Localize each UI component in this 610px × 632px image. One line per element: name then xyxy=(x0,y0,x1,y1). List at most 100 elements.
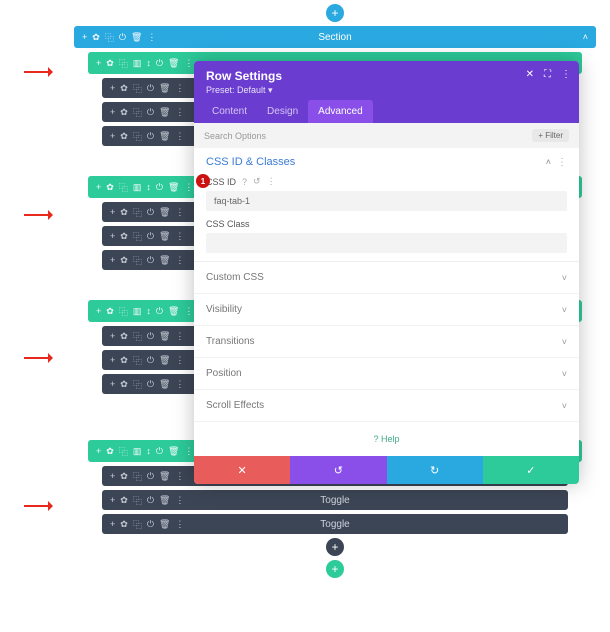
more-icon[interactable]: ⋮ xyxy=(175,495,184,506)
more-icon[interactable]: ⋮ xyxy=(175,231,184,242)
more-icon[interactable]: ⋮ xyxy=(147,32,156,43)
group-css-id-classes[interactable]: CSS ID & Classes ˄ ⋮ xyxy=(206,156,567,168)
undo-icon[interactable]: ↺ xyxy=(253,176,261,187)
gear-icon[interactable]: ✿ xyxy=(120,331,128,342)
columns-icon[interactable]: ▥ xyxy=(133,446,142,457)
duplicate-icon[interactable]: ⿻ xyxy=(133,494,142,507)
trash-icon[interactable]: 🗑 xyxy=(159,355,170,366)
cancel-button[interactable]: ✕ xyxy=(194,456,290,484)
search-options[interactable]: Search Options + Filter xyxy=(194,123,579,148)
gear-icon[interactable]: ✿ xyxy=(120,231,128,242)
plus-icon[interactable]: + xyxy=(110,355,115,365)
move-icon[interactable]: ↕ xyxy=(146,446,151,456)
duplicate-icon[interactable]: ⿻ xyxy=(133,254,142,267)
gear-icon[interactable]: ✿ xyxy=(92,32,100,43)
more-icon[interactable]: ⋮ xyxy=(175,255,184,266)
gear-icon[interactable]: ✿ xyxy=(120,131,128,142)
gear-icon[interactable]: ✿ xyxy=(120,107,128,118)
power-icon[interactable]: ⏻ xyxy=(147,207,154,218)
trash-icon[interactable]: 🗑 xyxy=(159,231,170,242)
gear-icon[interactable]: ✿ xyxy=(106,306,114,317)
module-toggle[interactable]: +✿⿻⏻🗑⋮Toggle xyxy=(102,490,568,510)
power-icon[interactable]: ⏻ xyxy=(156,182,163,193)
more-icon[interactable]: ⋮ xyxy=(557,157,567,168)
trash-icon[interactable]: 🗑 xyxy=(168,58,179,69)
power-icon[interactable]: ⏻ xyxy=(147,471,154,482)
section-header[interactable]: + ✿ ⿻ ⏻ 🗑 ⋮ Section ˄ xyxy=(74,26,596,48)
duplicate-icon[interactable]: ⿻ xyxy=(119,305,128,318)
duplicate-icon[interactable]: ⿻ xyxy=(133,230,142,243)
columns-icon[interactable]: ▥ xyxy=(133,182,142,193)
trash-icon[interactable]: 🗑 xyxy=(159,131,170,142)
duplicate-icon[interactable]: ⿻ xyxy=(119,181,128,194)
filter-button[interactable]: + Filter xyxy=(532,129,569,142)
collapse-icon[interactable]: ˄ xyxy=(575,32,596,42)
plus-icon[interactable]: + xyxy=(110,83,115,93)
acc-transitions[interactable]: Transitions˅ xyxy=(194,326,579,358)
trash-icon[interactable]: 🗑 xyxy=(159,207,170,218)
more-icon[interactable]: ⋮ xyxy=(184,446,193,457)
css-class-input[interactable] xyxy=(206,233,567,253)
gear-icon[interactable]: ✿ xyxy=(106,446,114,457)
trash-icon[interactable]: 🗑 xyxy=(159,519,170,530)
plus-icon[interactable]: + xyxy=(96,306,101,316)
plus-icon[interactable]: + xyxy=(110,131,115,141)
move-icon[interactable]: ↕ xyxy=(146,58,151,68)
move-icon[interactable]: ↕ xyxy=(146,182,151,192)
gear-icon[interactable]: ✿ xyxy=(106,182,114,193)
gear-icon[interactable]: ✿ xyxy=(120,379,128,390)
duplicate-icon[interactable]: ⿻ xyxy=(133,470,142,483)
plus-icon[interactable]: + xyxy=(110,231,115,241)
trash-icon[interactable]: 🗑 xyxy=(159,471,170,482)
panel-header[interactable]: Row Settings Preset: Default ▾ ✕ ⛶ ⋮ xyxy=(194,61,579,100)
duplicate-icon[interactable]: ⿻ xyxy=(133,354,142,367)
trash-icon[interactable]: 🗑 xyxy=(159,379,170,390)
plus-icon[interactable]: + xyxy=(110,255,115,265)
gear-icon[interactable]: ✿ xyxy=(120,255,128,266)
duplicate-icon[interactable]: ⿻ xyxy=(133,106,142,119)
duplicate-icon[interactable]: ⿻ xyxy=(133,378,142,391)
power-icon[interactable]: ⏻ xyxy=(147,131,154,142)
duplicate-icon[interactable]: ⿻ xyxy=(133,130,142,143)
acc-custom-css[interactable]: Custom CSS˅ xyxy=(194,262,579,294)
more-icon[interactable]: ⋮ xyxy=(175,107,184,118)
trash-icon[interactable]: 🗑 xyxy=(168,182,179,193)
help-link[interactable]: ? Help xyxy=(194,422,579,456)
plus-icon[interactable]: + xyxy=(110,107,115,117)
trash-icon[interactable]: 🗑 xyxy=(159,83,170,94)
gear-icon[interactable]: ✿ xyxy=(106,58,114,69)
add-module-button[interactable]: + xyxy=(326,538,344,556)
chevron-up-icon[interactable]: ˄ xyxy=(546,157,551,167)
gear-icon[interactable]: ✿ xyxy=(120,355,128,366)
tab-advanced[interactable]: Advanced xyxy=(308,100,372,123)
trash-icon[interactable]: 🗑 xyxy=(131,32,142,43)
css-id-input[interactable] xyxy=(206,191,567,211)
more-icon[interactable]: ⋮ xyxy=(175,83,184,94)
duplicate-icon[interactable]: ⿻ xyxy=(105,31,114,44)
acc-position[interactable]: Position˅ xyxy=(194,358,579,390)
plus-icon[interactable]: + xyxy=(110,519,115,529)
acc-scroll-effects[interactable]: Scroll Effects˅ xyxy=(194,390,579,422)
trash-icon[interactable]: 🗑 xyxy=(159,255,170,266)
close-icon[interactable]: ✕ xyxy=(526,69,534,80)
add-section-button[interactable]: + xyxy=(326,4,344,22)
gear-icon[interactable]: ✿ xyxy=(120,495,128,506)
trash-icon[interactable]: 🗑 xyxy=(159,495,170,506)
plus-icon[interactable]: + xyxy=(110,471,115,481)
more-icon[interactable]: ⋮ xyxy=(175,519,184,530)
columns-icon[interactable]: ▥ xyxy=(133,58,142,69)
gear-icon[interactable]: ✿ xyxy=(120,83,128,94)
gear-icon[interactable]: ✿ xyxy=(120,207,128,218)
trash-icon[interactable]: 🗑 xyxy=(168,446,179,457)
more-icon[interactable]: ⋮ xyxy=(184,58,193,69)
plus-icon[interactable]: + xyxy=(110,495,115,505)
trash-icon[interactable]: 🗑 xyxy=(168,306,179,317)
more-icon[interactable]: ⋮ xyxy=(175,207,184,218)
acc-visibility[interactable]: Visibility˅ xyxy=(194,294,579,326)
plus-icon[interactable]: + xyxy=(110,379,115,389)
gear-icon[interactable]: ✿ xyxy=(120,519,128,530)
power-icon[interactable]: ⏻ xyxy=(147,83,154,94)
expand-icon[interactable]: ⛶ xyxy=(544,69,551,80)
power-icon[interactable]: ⏻ xyxy=(156,58,163,69)
more-icon[interactable]: ⋮ xyxy=(184,306,193,317)
